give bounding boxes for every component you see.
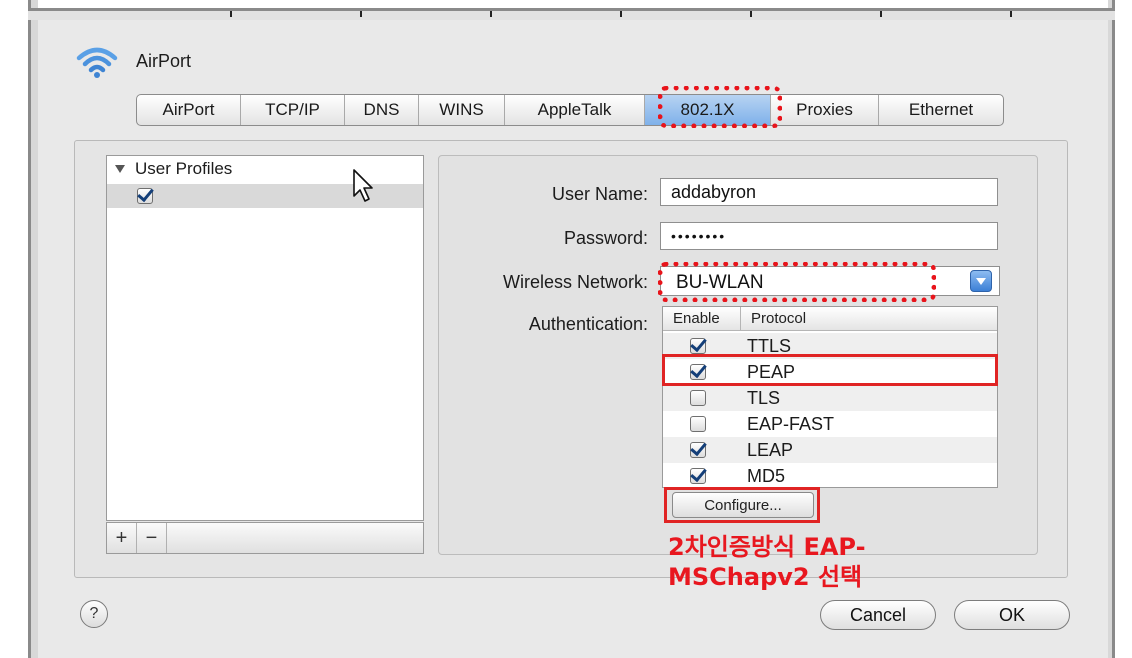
wireless-network-label: Wireless Network:	[502, 272, 648, 292]
window-frame-left	[0, 0, 38, 658]
column-enable[interactable]: Enable	[663, 307, 741, 330]
protocol-checkbox[interactable]	[690, 468, 706, 484]
configure-highlight-box	[664, 487, 820, 523]
cursor-arrow-icon	[353, 169, 373, 202]
protocol-checkbox[interactable]	[690, 390, 706, 406]
cancel-button[interactable]: Cancel	[820, 600, 936, 630]
tab-dns[interactable]: DNS	[345, 95, 419, 125]
protocol-name: LEAP	[747, 439, 794, 460]
user-profiles-label: User Profiles	[135, 159, 233, 178]
password-label: Password:	[563, 228, 648, 248]
add-profile-button[interactable]: +	[107, 523, 137, 553]
profiles-toolbar: + −	[106, 522, 424, 554]
user-name-field[interactable]: addabyron	[660, 178, 998, 206]
user-profiles-list[interactable]: User Profiles	[106, 155, 424, 521]
protocol-table: Enable Protocol TTLS PEAP TLS EAP-FAST L…	[662, 306, 998, 488]
user-name-label: User Name:	[551, 184, 648, 204]
peap-highlight-box	[662, 354, 998, 386]
protocol-table-header: Enable Protocol	[663, 307, 997, 331]
disclosure-triangle-icon[interactable]	[115, 165, 125, 173]
tab-wins[interactable]: WINS	[419, 95, 505, 125]
protocol-checkbox[interactable]	[690, 416, 706, 432]
password-field[interactable]: ••••••••	[660, 222, 998, 250]
protocol-row[interactable]: TLS	[663, 385, 997, 411]
annotation-text: 2차인증방식 EAP- MSChapv2 선택	[668, 532, 948, 592]
protocol-checkbox[interactable]	[690, 338, 706, 354]
window-frame-right	[1108, 0, 1132, 658]
protocol-row[interactable]: LEAP	[663, 437, 997, 463]
profile-enable-checkbox[interactable]	[137, 188, 153, 204]
protocol-row[interactable]: MD5	[663, 463, 997, 489]
remove-profile-button[interactable]: −	[137, 523, 167, 553]
tab-airport[interactable]: AirPort	[137, 95, 241, 125]
wireless-highlight-marker	[658, 262, 936, 302]
tab-bar: AirPort TCP/IP DNS WINS AppleTalk 802.1X…	[136, 94, 1004, 126]
tab-proxies[interactable]: Proxies	[771, 95, 879, 125]
authentication-label: Authentication:	[528, 314, 648, 334]
annotation-line-2: MSChapv2 선택	[668, 563, 863, 591]
ok-button[interactable]: OK	[954, 600, 1070, 630]
column-protocol[interactable]: Protocol	[741, 307, 806, 330]
tab-highlight-marker	[658, 86, 782, 128]
protocol-checkbox[interactable]	[690, 442, 706, 458]
tab-appletalk[interactable]: AppleTalk	[505, 95, 645, 125]
tab-ethernet[interactable]: Ethernet	[879, 95, 1003, 125]
help-button[interactable]: ?	[80, 600, 108, 628]
protocol-name: TLS	[747, 387, 781, 408]
window-frame-ticks	[150, 11, 1050, 17]
annotation-line-1: 2차인증방식 EAP-	[668, 533, 866, 561]
window-title: AirPort	[136, 51, 192, 71]
protocol-name: EAP-FAST	[747, 413, 835, 434]
tab-tcpip[interactable]: TCP/IP	[241, 95, 345, 125]
protocol-row[interactable]: EAP-FAST	[663, 411, 997, 437]
wifi-icon	[76, 47, 118, 78]
chevron-down-icon[interactable]	[970, 270, 992, 292]
protocol-name: MD5	[747, 465, 786, 486]
